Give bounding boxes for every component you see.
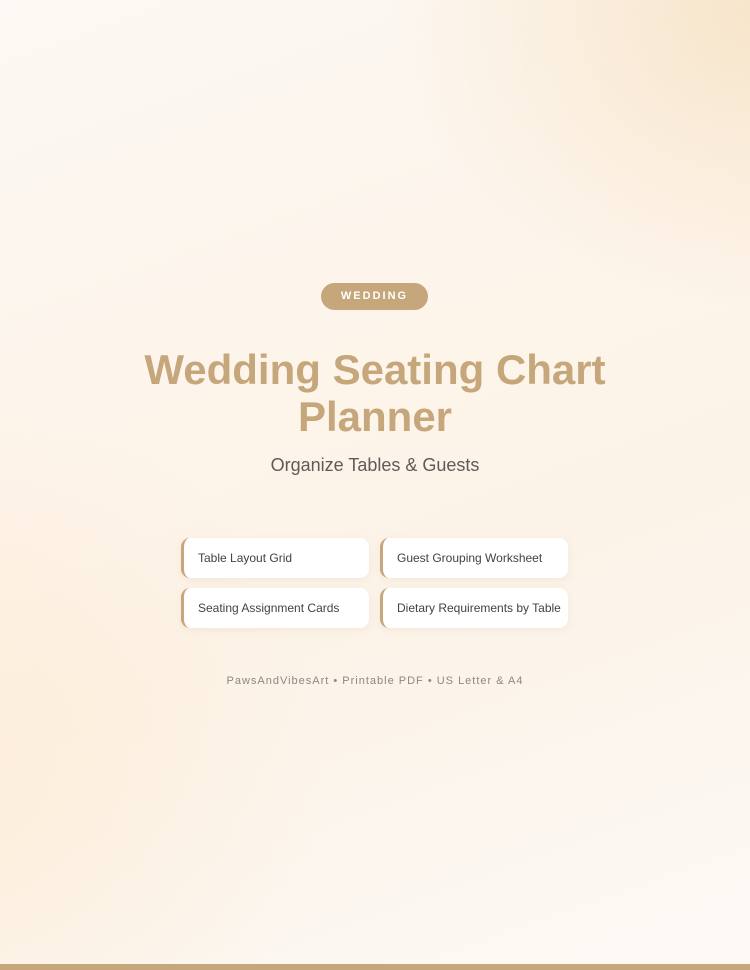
title-line-2: Planner [297,393,453,440]
title-line-1: Wedding Seating Chart [144,346,606,393]
page-subtitle: Organize Tables & Guests [270,455,480,475]
feature-card-seating-assignment-cards: Seating Assignment Cards [181,588,369,628]
bottom-accent-bar [0,964,750,970]
feature-card-dietary-requirements: Dietary Requirements by Table [380,588,568,628]
category-badge: WEDDING [321,283,428,310]
feature-card-guest-grouping-worksheet: Guest Grouping Worksheet [380,538,568,578]
feature-card-table-layout-grid: Table Layout Grid [181,538,369,578]
page-title: Wedding Seating Chart Planner [0,346,750,440]
footer-credits: PawsAndVibesArt • Printable PDF • US Let… [226,675,524,687]
cover-page: WEDDING Wedding Seating Chart Planner Or… [0,0,750,970]
